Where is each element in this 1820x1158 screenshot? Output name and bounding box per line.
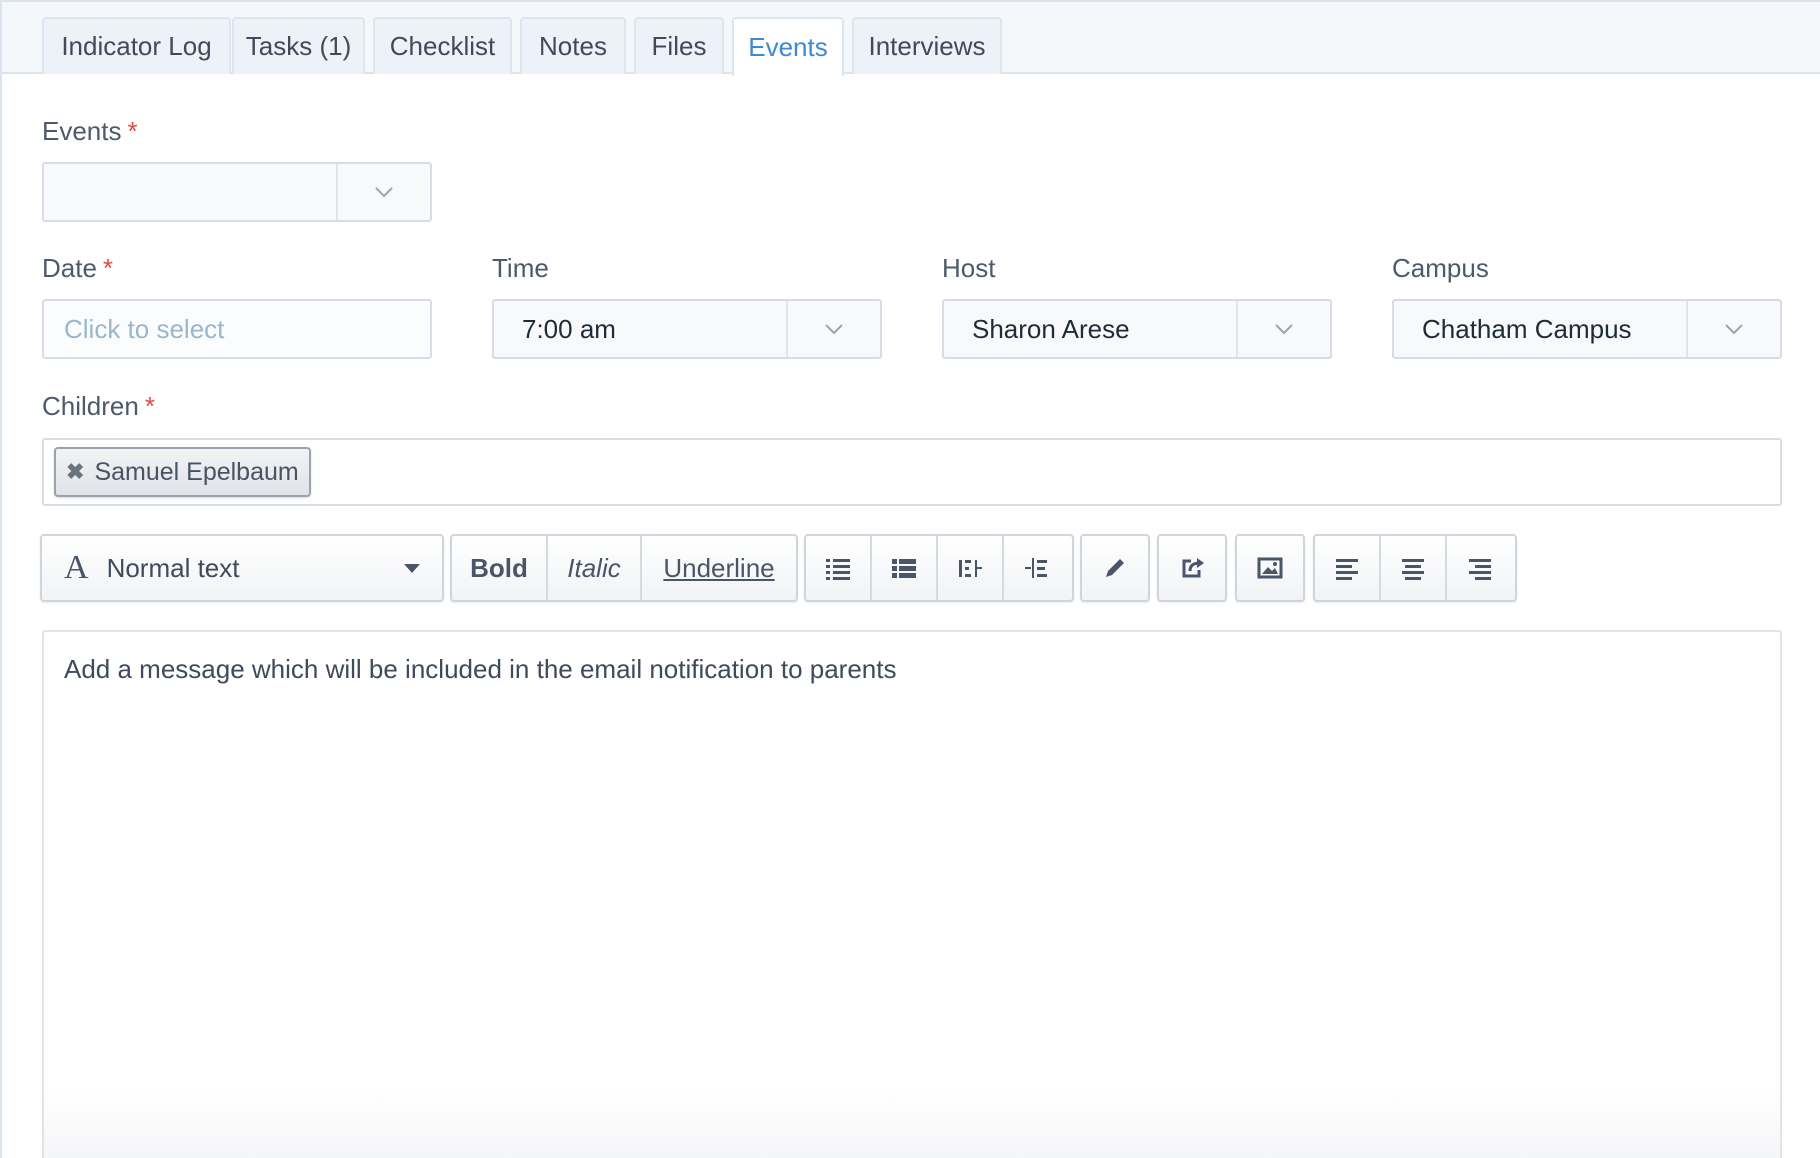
align-center-icon (1402, 559, 1424, 580)
text-format-label: Normal text (106, 552, 240, 583)
required-marker: * (127, 116, 138, 146)
image-group (1235, 534, 1305, 602)
required-marker: * (144, 391, 155, 421)
time-label: Time (492, 253, 549, 283)
tab-notes[interactable]: Notes (520, 17, 626, 74)
link-group (1157, 534, 1227, 602)
children-tag-input[interactable]: ✖ Samuel Epelbaum (42, 438, 1782, 506)
indent-icon (1025, 558, 1047, 578)
campus-label: Campus (1392, 253, 1489, 283)
font-icon: A (64, 549, 89, 586)
chevron-down-icon (786, 301, 880, 357)
events-select[interactable] (42, 162, 432, 222)
chevron-down-icon (1236, 301, 1330, 357)
indent-button[interactable] (1004, 536, 1070, 600)
tab-events[interactable]: Events (732, 17, 844, 76)
tab-interviews[interactable]: Interviews (852, 17, 1002, 74)
list-group (804, 534, 1074, 602)
link-icon (1182, 558, 1204, 578)
chevron-down-icon (1686, 301, 1780, 357)
ordered-list-icon (892, 559, 916, 578)
align-right-icon (1469, 559, 1491, 580)
outdent-button[interactable] (938, 536, 1004, 600)
outdent-icon (959, 560, 982, 577)
align-group (1313, 534, 1517, 602)
required-marker: * (102, 253, 114, 283)
unordered-list-button[interactable] (806, 536, 872, 600)
children-label: Children * (42, 391, 155, 422)
date-label: Date * (42, 253, 113, 284)
remove-tag-icon[interactable]: ✖ (66, 459, 84, 485)
date-input[interactable]: Click to select (42, 299, 432, 359)
pencil-button[interactable] (1082, 536, 1148, 600)
align-left-icon (1336, 559, 1358, 580)
tab-files[interactable]: Files (634, 17, 724, 74)
campus-select-value: Chatham Campus (1422, 313, 1632, 344)
time-select-value: 7:00 am (522, 313, 616, 344)
tab-indicator-log[interactable]: Indicator Log (42, 17, 231, 74)
chevron-down-icon (336, 164, 430, 220)
text-style-group: Bold Italic Underline (450, 534, 798, 602)
children-label-text: Children (42, 391, 139, 421)
events-select-value (44, 164, 336, 220)
message-editor[interactable]: Add a message which will be included in … (42, 630, 1782, 1158)
events-label: Events * (42, 116, 138, 147)
tab-tasks[interactable]: Tasks (1) (232, 17, 365, 74)
events-label-text: Events (42, 116, 122, 146)
host-select-value: Sharon Arese (972, 313, 1130, 344)
image-icon (1257, 557, 1283, 579)
text-format-select[interactable]: A Normal text (40, 534, 444, 602)
italic-button[interactable]: Italic (548, 536, 642, 600)
link-button[interactable] (1159, 536, 1225, 600)
child-tag: ✖ Samuel Epelbaum (54, 447, 311, 497)
pencil-icon (1106, 559, 1124, 577)
host-label: Host (942, 253, 996, 283)
image-button[interactable] (1237, 536, 1303, 600)
ordered-list-button[interactable] (872, 536, 938, 600)
align-left-button[interactable] (1315, 536, 1381, 600)
tab-bar: Indicator Log Tasks (1) Checklist Notes … (2, 2, 1820, 76)
campus-select[interactable]: Chatham Campus (1392, 299, 1782, 359)
align-center-button[interactable] (1381, 536, 1447, 600)
tab-checklist[interactable]: Checklist (373, 17, 512, 74)
unordered-list-icon (826, 559, 850, 580)
child-tag-label: Samuel Epelbaum (94, 457, 299, 486)
host-select[interactable]: Sharon Arese (942, 299, 1332, 359)
draw-group (1080, 534, 1150, 602)
editor-text: Add a message which will be included in … (64, 654, 897, 684)
time-select[interactable]: 7:00 am (492, 299, 882, 359)
date-label-text: Date (42, 253, 97, 283)
bold-button[interactable]: Bold (452, 536, 548, 600)
underline-button[interactable]: Underline (642, 536, 796, 600)
caret-down-icon (404, 564, 420, 573)
align-right-button[interactable] (1447, 536, 1513, 600)
